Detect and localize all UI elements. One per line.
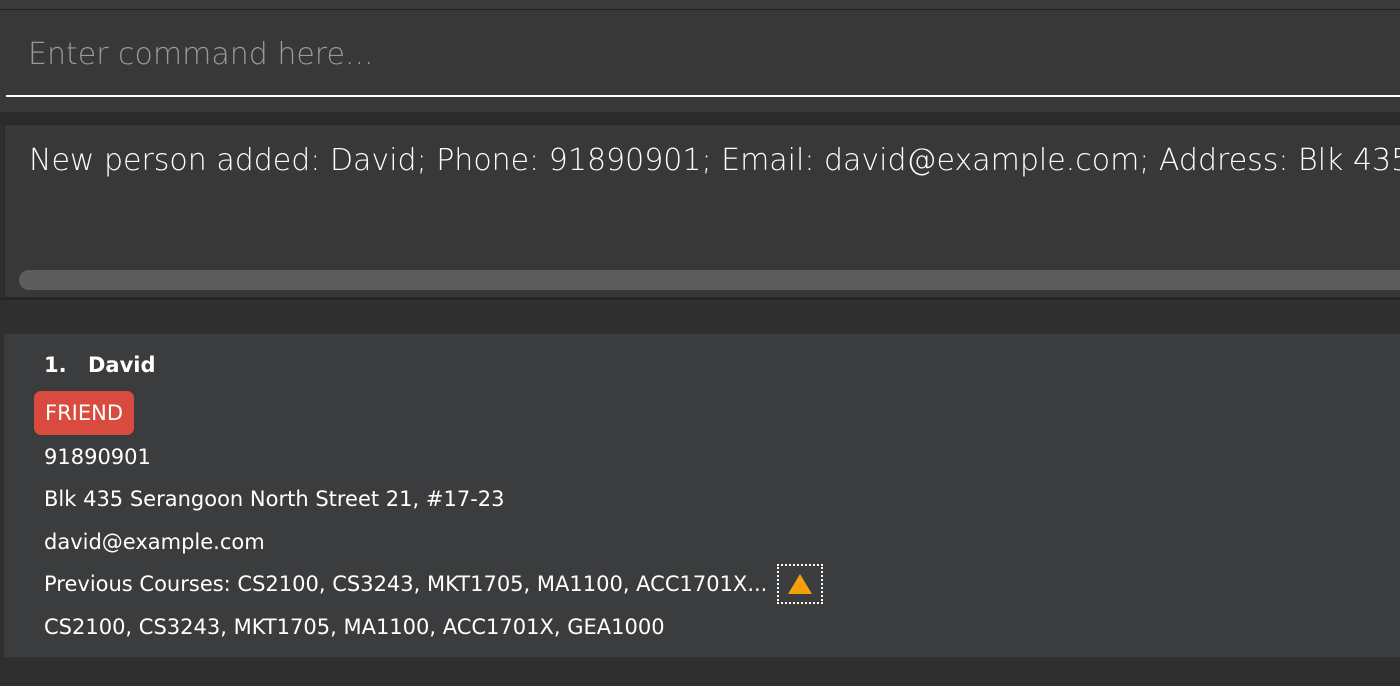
person-email: david@example.com bbox=[44, 530, 265, 554]
person-address: Blk 435 Serangoon North Street 21, #17-2… bbox=[44, 487, 505, 511]
person-index: 1. bbox=[44, 353, 67, 377]
person-phone: 91890901 bbox=[44, 445, 151, 469]
app-window: New person added: David; Phone: 91890901… bbox=[0, 0, 1400, 686]
command-box bbox=[0, 10, 1400, 112]
result-display: New person added: David; Phone: 91890901… bbox=[4, 124, 1400, 298]
horizontal-scrollbar[interactable] bbox=[19, 270, 1400, 290]
person-card[interactable]: 1. David FRIEND 91890901 Blk 435 Serangoo… bbox=[4, 334, 1400, 657]
top-strip bbox=[0, 0, 1400, 10]
person-courses: CS2100, CS3243, MKT1705, MA1100, ACC1701… bbox=[44, 615, 665, 639]
previous-courses-label: Previous Courses: CS2100, CS3243, MKT170… bbox=[44, 572, 768, 596]
tag-badge: FRIEND bbox=[34, 391, 135, 435]
person-list-panel: 1. David FRIEND 91890901 Blk 435 Serangoo… bbox=[0, 312, 1400, 686]
split-divider[interactable] bbox=[0, 298, 1400, 312]
command-input[interactable] bbox=[6, 22, 1400, 97]
result-message: New person added: David; Phone: 91890901… bbox=[29, 143, 1400, 178]
person-name: David bbox=[88, 353, 156, 377]
warning-triangle-icon bbox=[788, 574, 812, 594]
person-card-header: 1. David bbox=[44, 353, 156, 377]
warning-button[interactable] bbox=[777, 564, 823, 604]
split-divider[interactable] bbox=[0, 112, 1400, 124]
